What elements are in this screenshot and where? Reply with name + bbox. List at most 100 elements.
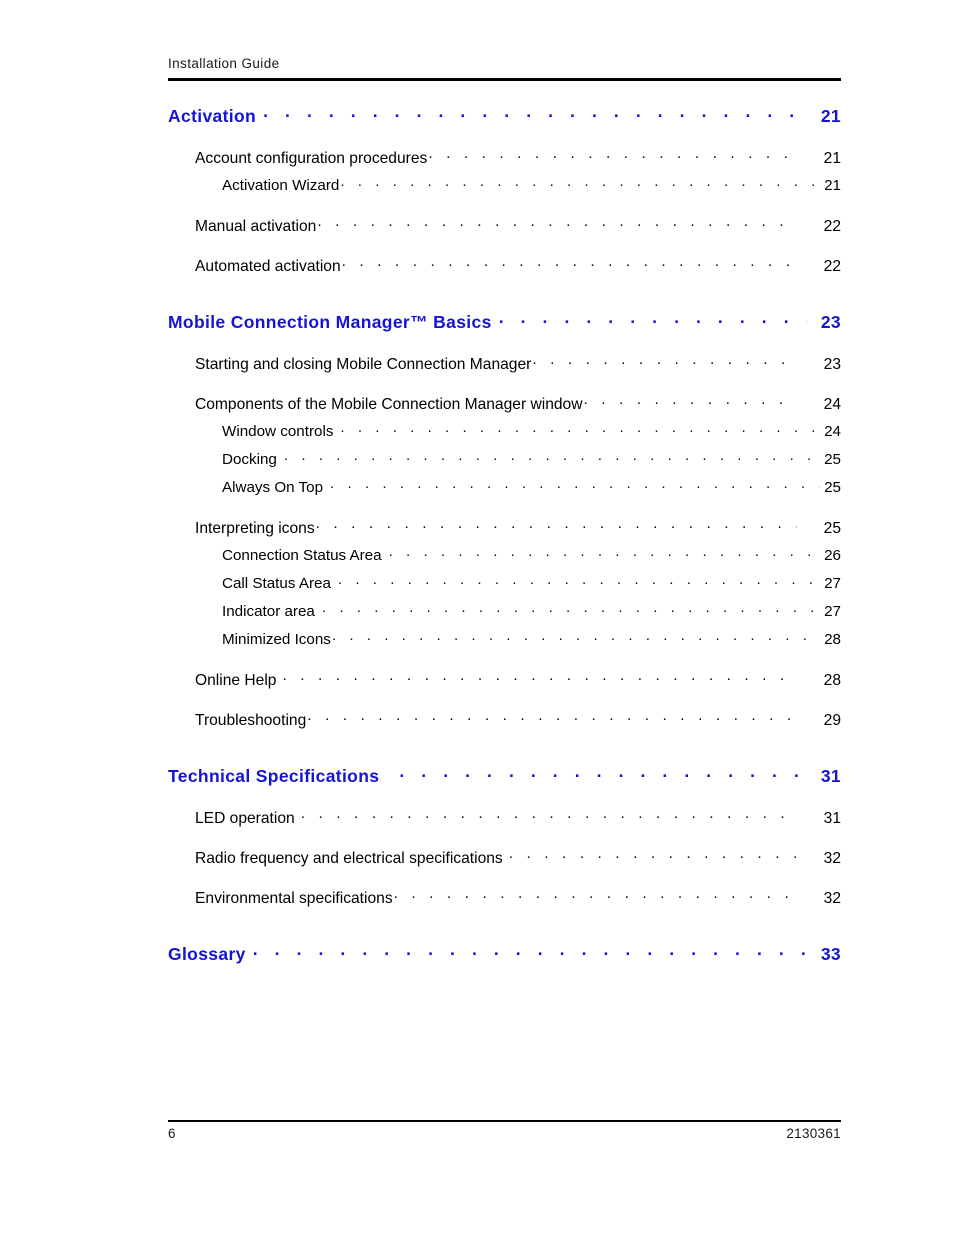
toc-dot-leader-dots: . . . . . . . . . . . . . . . . . . . . … — [498, 310, 807, 327]
toc-entry-page-number: 31 — [823, 809, 841, 827]
toc-entry-label: Technical Specifications — [168, 765, 380, 786]
toc-dot-leader: . . . . . . . . . . . . . . . . . . . . … — [301, 807, 797, 823]
toc-entry-page-number: 25 — [823, 519, 841, 537]
toc-entry-label: Docking — [222, 451, 277, 469]
toc-entry-page-number: 23 — [820, 311, 841, 332]
toc-dot-leader-dots: . . . . . . . . . . . . . . . . . . . . … — [341, 255, 797, 270]
toc-entry-label: Minimized Icons — [222, 631, 331, 649]
toc-entry-label: Online Help — [195, 671, 277, 689]
toc-chapter-entry[interactable]: Technical Specifications . . . . . . . . … — [168, 764, 841, 789]
toc-entry-page-number: 25 — [824, 479, 841, 497]
toc-dot-leader-dots: . . . . . . . . . . . . . . . . . . . . … — [263, 104, 807, 121]
toc-entry-label: Troubleshooting — [195, 711, 307, 729]
toc-entry-label: Glossary — [168, 943, 246, 964]
vertical-spacer — [0, 789, 954, 807]
toc-entry-level-1[interactable]: Components of the Mobile Connection Mana… — [195, 393, 841, 415]
toc-entry-level-1[interactable]: Radio frequency and electrical specifica… — [195, 847, 841, 869]
toc-entry-label: Always On Top — [222, 479, 324, 497]
vertical-spacer — [0, 731, 954, 764]
header-title: Installation Guide — [168, 56, 280, 71]
toc-dot-leader-dots: . . . . . . . . . . . . . . . . . . . . … — [321, 601, 820, 617]
vertical-spacer — [0, 237, 954, 255]
page-header: Installation Guide — [168, 55, 841, 73]
toc-entry-level-2[interactable]: Connection Status Area . . . . . . . . . … — [222, 545, 841, 567]
toc-entry-page-number: 21 — [824, 177, 841, 195]
toc-entry-page-number: 33 — [820, 943, 841, 964]
toc-dot-leader-dots: . . . . . . . . . . . . . . . . . . . . … — [282, 669, 797, 684]
toc-entry-level-2[interactable]: Window controls . . . . . . . . . . . . .… — [222, 421, 841, 443]
toc-entry-page-number: 27 — [824, 603, 841, 621]
toc-dot-leader: . . . . . . . . . . . . . . . . . . . . … — [340, 175, 820, 190]
table-of-contents: Activation . . . . . . . . . . . . . . . … — [0, 104, 954, 967]
toc-entry-level-2[interactable]: Indicator area . . . . . . . . . . . . . … — [222, 601, 841, 623]
toc-entry-level-1[interactable]: Starting and closing Mobile Connection M… — [195, 353, 841, 375]
toc-dot-leader: . . . . . . . . . . . . . . . . . . . . … — [340, 421, 820, 436]
toc-entry-label: Activation — [168, 105, 257, 126]
toc-entry-page-number: 28 — [824, 631, 841, 649]
toc-dot-leader: . . . . . . . . . . . . . . . . . . . . … — [307, 709, 797, 725]
toc-chapter-entry[interactable]: Mobile Connection Manager™ Basics . . . .… — [168, 310, 841, 335]
footer-page-number: 6 — [168, 1126, 176, 1141]
toc-entry-level-1[interactable]: LED operation . . . . . . . . . . . . . .… — [195, 807, 841, 829]
toc-entry-level-2[interactable]: Minimized Icons. . . . . . . . . . . . .… — [222, 629, 841, 651]
toc-entry-level-1[interactable]: Environmental specifications. . . . . . … — [195, 887, 841, 909]
toc-entry-page-number: 22 — [823, 257, 841, 275]
vertical-spacer — [0, 499, 954, 517]
toc-entry-label: Automated activation — [195, 257, 341, 275]
footer-divider — [168, 1120, 841, 1122]
toc-dot-leader: . . . . . . . . . . . . . . . . . . . . … — [428, 147, 797, 163]
toc-entry-page-number: 27 — [824, 575, 841, 593]
toc-entry-page-number: 28 — [823, 671, 841, 689]
toc-entry-page-number: 24 — [824, 423, 841, 441]
toc-entry-level-2[interactable]: Activation Wizard. . . . . . . . . . . .… — [222, 175, 841, 197]
toc-dot-leader: . . . . . . . . . . . . . . . . . . . . … — [330, 477, 820, 492]
toc-dot-leader: . . . . . . . . . . . . . . . . . . . . … — [282, 669, 797, 685]
toc-entry-page-number: 23 — [823, 355, 841, 373]
vertical-spacer — [0, 197, 954, 215]
toc-entry-level-2[interactable]: Call Status Area . . . . . . . . . . . . … — [222, 573, 841, 595]
toc-entry-page-number: 21 — [823, 149, 841, 167]
page-footer: 6 2130361 — [168, 1126, 841, 1141]
toc-entry-label: Connection Status Area — [222, 547, 382, 565]
toc-entry-label: Window controls — [222, 423, 334, 441]
toc-entry-level-2[interactable]: Always On Top . . . . . . . . . . . . . .… — [222, 477, 841, 499]
toc-entry-level-2[interactable]: Docking . . . . . . . . . . . . . . . . .… — [222, 449, 841, 471]
vertical-spacer — [0, 277, 954, 310]
toc-entry-label: Call Status Area — [222, 575, 331, 593]
toc-dot-leader-dots: . . . . . . . . . . . . . . . . . . . . … — [583, 393, 797, 408]
toc-entry-page-number: 24 — [823, 395, 841, 413]
toc-entry-level-1[interactable]: Interpreting icons. . . . . . . . . . . … — [195, 517, 841, 539]
toc-entry-level-1[interactable]: Automated activation. . . . . . . . . . … — [195, 255, 841, 277]
toc-dot-leader-dots: . . . . . . . . . . . . . . . . . . . . … — [307, 709, 797, 724]
toc-dot-leader: . . . . . . . . . . . . . . . . . . . . … — [263, 104, 807, 122]
document-page: Installation Guide Activation . . . . . .… — [0, 0, 954, 1235]
vertical-spacer — [0, 129, 954, 147]
toc-entry-label: Components of the Mobile Connection Mana… — [195, 395, 583, 413]
header-divider — [168, 78, 841, 81]
toc-dot-leader: . . . . . . . . . . . . . . . . . . . . … — [394, 887, 797, 903]
vertical-spacer — [0, 869, 954, 887]
toc-dot-leader: . . . . . . . . . . . . . . . . . . . . … — [284, 449, 820, 464]
toc-entry-page-number: 22 — [823, 217, 841, 235]
toc-dot-leader: . . . . . . . . . . . . . . . . . . . . … — [322, 601, 820, 616]
vertical-spacer — [0, 909, 954, 942]
toc-entry-level-1[interactable]: Troubleshooting. . . . . . . . . . . . .… — [195, 709, 841, 731]
toc-dot-leader: . . . . . . . . . . . . . . . . . . . . … — [399, 764, 807, 782]
toc-entry-level-1[interactable]: Manual activation. . . . . . . . . . . .… — [195, 215, 841, 237]
toc-dot-leader-dots: . . . . . . . . . . . . . . . . . . . . … — [340, 421, 820, 437]
toc-dot-leader-dots: . . . . . . . . . . . . . . . . . . . . … — [508, 847, 797, 862]
toc-entry-label: Interpreting icons — [195, 519, 315, 537]
toc-entry-level-1[interactable]: Online Help . . . . . . . . . . . . . . .… — [195, 669, 841, 691]
toc-dot-leader-dots: . . . . . . . . . . . . . . . . . . . . … — [252, 942, 807, 959]
toc-entry-label: Account configuration procedures — [195, 149, 428, 167]
toc-dot-leader: . . . . . . . . . . . . . . . . . . . . … — [532, 353, 797, 369]
toc-entry-page-number: 32 — [823, 849, 841, 867]
toc-dot-leader-dots: . . . . . . . . . . . . . . . . . . . . … — [330, 477, 820, 493]
toc-dot-leader-dots: . . . . . . . . . . . . . . . . . . . . … — [340, 175, 820, 191]
toc-entry-level-1[interactable]: Account configuration procedures. . . . … — [195, 147, 841, 169]
toc-dot-leader-dots: . . . . . . . . . . . . . . . . . . . . … — [388, 545, 820, 561]
toc-entry-label: Starting and closing Mobile Connection M… — [195, 355, 532, 373]
toc-dot-leader: . . . . . . . . . . . . . . . . . . . . … — [389, 545, 820, 560]
toc-chapter-entry[interactable]: Glossary . . . . . . . . . . . . . . . . … — [168, 942, 841, 967]
toc-chapter-entry[interactable]: Activation . . . . . . . . . . . . . . . … — [168, 104, 841, 129]
